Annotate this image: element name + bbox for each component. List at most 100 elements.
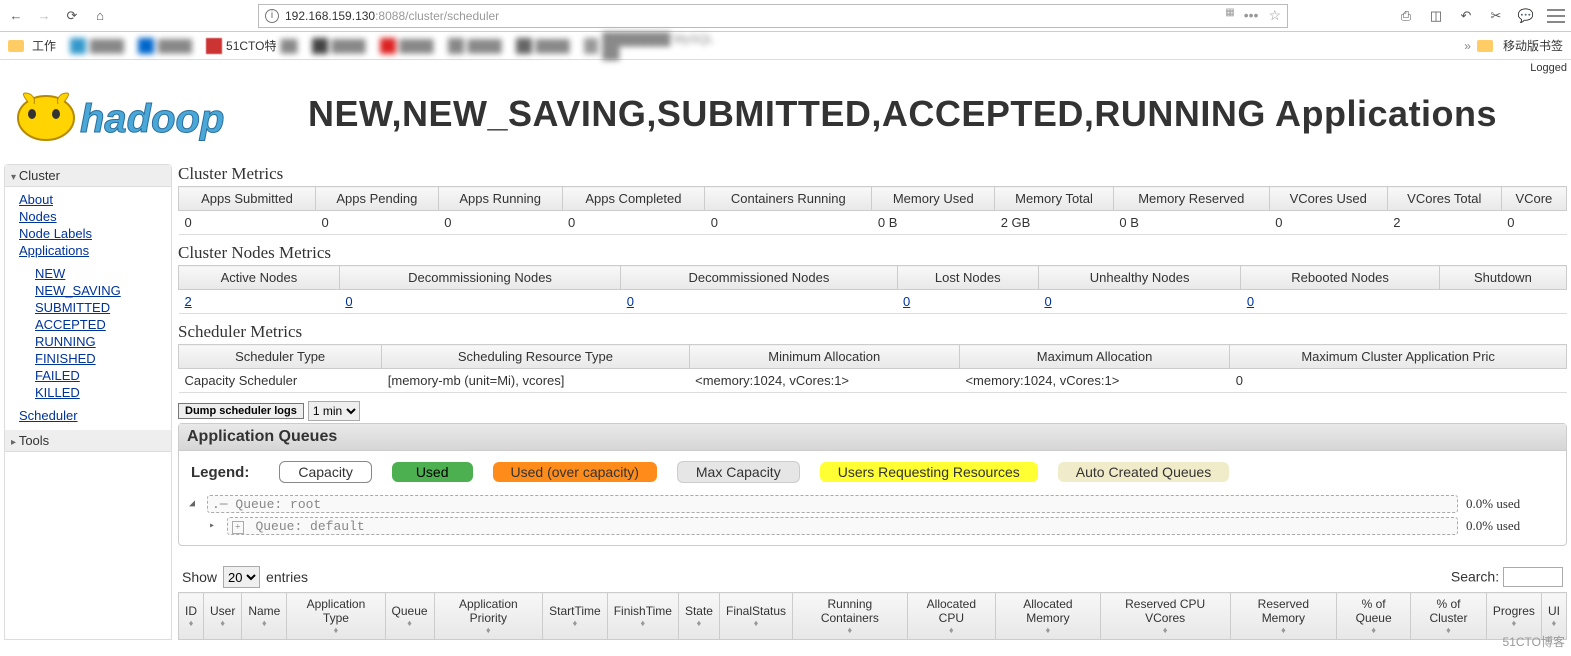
sidebar-link-state-running[interactable]: RUNNING xyxy=(35,334,96,349)
table-header[interactable]: Lost Nodes xyxy=(897,266,1038,290)
reload-icon[interactable]: ⟳ xyxy=(62,6,82,26)
table-header[interactable]: VCores Total xyxy=(1387,187,1501,211)
table-header[interactable]: Containers Running xyxy=(705,187,872,211)
table-link[interactable]: 0 xyxy=(903,294,910,309)
table-header[interactable]: Reserved CPU VCores♦ xyxy=(1100,593,1230,640)
table-header[interactable]: Application Priority♦ xyxy=(434,593,543,640)
table-header[interactable]: ID♦ xyxy=(179,593,204,640)
mobile-bookmarks[interactable]: 移动版书签 xyxy=(1503,37,1563,54)
bookmark-item[interactable]: ████████ MySQL ██ xyxy=(584,32,724,60)
nav-forward-icon[interactable]: → xyxy=(34,6,54,26)
table-header[interactable]: VCores Used xyxy=(1269,187,1387,211)
undo-icon[interactable]: ↶ xyxy=(1457,7,1475,25)
sidebar-link-about[interactable]: About xyxy=(19,192,53,207)
table-link[interactable]: 0 xyxy=(1247,294,1254,309)
table-header[interactable]: Apps Submitted xyxy=(179,187,316,211)
table-header[interactable]: Scheduling Resource Type xyxy=(382,345,689,369)
table-header[interactable]: StartTime♦ xyxy=(543,593,608,640)
sidebar-link-state-submitted[interactable]: SUBMITTED xyxy=(35,300,110,315)
bookmark-item[interactable]: 工作 xyxy=(8,37,56,54)
nav-back-icon[interactable]: ← xyxy=(6,6,26,26)
bookmark-item[interactable]: ████ xyxy=(380,38,434,54)
sidebar-link-applications[interactable]: Applications xyxy=(19,243,89,258)
table-header[interactable]: Maximum Cluster Application Pric xyxy=(1230,345,1567,369)
bookmark-item[interactable]: ████ xyxy=(516,38,570,54)
sidebar-link-state-failed[interactable]: FAILED xyxy=(35,368,80,383)
dump-scheduler-logs-button[interactable]: Dump scheduler logs xyxy=(178,403,304,419)
sidebar-icon[interactable]: ◫ xyxy=(1427,7,1445,25)
table-header[interactable]: FinalStatus♦ xyxy=(719,593,792,640)
table-header[interactable]: % of Cluster♦ xyxy=(1411,593,1487,640)
table-header[interactable]: Shutdown xyxy=(1439,266,1566,290)
table-header[interactable]: Unhealthy Nodes xyxy=(1038,266,1240,290)
sidebar-link-state-accepted[interactable]: ACCEPTED xyxy=(35,317,106,332)
expand-icon[interactable]: ▸ xyxy=(209,520,223,532)
sidebar-link-state-finished[interactable]: FINISHED xyxy=(35,351,96,366)
table-header[interactable]: Apps Pending xyxy=(315,187,438,211)
site-info-icon[interactable]: i xyxy=(265,9,279,23)
table-header[interactable]: Apps Running xyxy=(438,187,562,211)
browser-right-icons: ⎙ ◫ ↶ ✂ 💬 xyxy=(1397,7,1565,25)
table-link[interactable]: 0 xyxy=(1044,294,1051,309)
table-header[interactable]: Running Containers♦ xyxy=(793,593,908,640)
table-header[interactable]: Application Type♦ xyxy=(287,593,385,640)
table-header[interactable]: Minimum Allocation xyxy=(689,345,959,369)
queue-row-root[interactable]: ◢ .─ Queue: root 0.0% used xyxy=(189,495,1556,513)
table-header[interactable]: Memory Reserved xyxy=(1113,187,1269,211)
page-size-select[interactable]: 20 xyxy=(223,566,260,588)
table-header[interactable]: VCore xyxy=(1501,187,1566,211)
more-icon[interactable]: ••• xyxy=(1244,7,1259,24)
table-header[interactable]: Queue♦ xyxy=(385,593,434,640)
table-cell: 0 xyxy=(1501,211,1566,235)
sidebar-section-tools[interactable]: Tools xyxy=(5,430,171,452)
table-header[interactable]: Active Nodes xyxy=(179,266,340,290)
cluster-metrics-title: Cluster Metrics xyxy=(178,164,1567,184)
bookmark-item[interactable]: ████ xyxy=(70,38,124,54)
sidebar-link-state-new-saving[interactable]: NEW_SAVING xyxy=(35,283,121,298)
table-header[interactable]: Allocated CPU♦ xyxy=(907,593,995,640)
sidebar-section-cluster[interactable]: Cluster xyxy=(5,165,171,187)
table-header[interactable]: Decommissioning Nodes xyxy=(339,266,620,290)
table-header[interactable]: FinishTime♦ xyxy=(607,593,678,640)
table-header[interactable]: Allocated Memory♦ xyxy=(996,593,1101,640)
bookmarks-overflow-icon[interactable]: » xyxy=(1464,39,1471,53)
sidebar-link-state-new[interactable]: NEW xyxy=(35,266,65,281)
plus-icon[interactable]: + xyxy=(232,521,244,534)
menu-icon[interactable] xyxy=(1547,9,1565,23)
collapse-icon[interactable]: ◢ xyxy=(189,498,203,510)
sidebar-link-scheduler[interactable]: Scheduler xyxy=(19,408,78,423)
bookmark-item[interactable]: ████ xyxy=(448,38,502,54)
screenshot-icon[interactable]: ✂ xyxy=(1487,7,1505,25)
dump-duration-select[interactable]: 1 min xyxy=(308,401,360,421)
table-link[interactable]: 2 xyxy=(185,294,192,309)
bookmark-item[interactable]: 51CTO特██ xyxy=(206,37,297,54)
library-icon[interactable]: ⎙ xyxy=(1397,7,1415,25)
table-header[interactable]: User♦ xyxy=(204,593,242,640)
table-header[interactable]: Decommissioned Nodes xyxy=(621,266,897,290)
table-header[interactable]: Reserved Memory♦ xyxy=(1230,593,1337,640)
url-host: 192.168.159.130 xyxy=(285,9,375,23)
table-header[interactable]: Rebooted Nodes xyxy=(1241,266,1440,290)
table-header[interactable]: Memory Used xyxy=(872,187,995,211)
table-header[interactable]: % of Queue♦ xyxy=(1337,593,1411,640)
table-link[interactable]: 0 xyxy=(345,294,352,309)
table-header[interactable]: Maximum Allocation xyxy=(959,345,1229,369)
url-bar[interactable]: i 192.168.159.130:8088/cluster/scheduler… xyxy=(258,4,1288,28)
table-header[interactable]: Apps Completed xyxy=(562,187,705,211)
queue-row-default[interactable]: ▸ + Queue: default 0.0% used xyxy=(209,517,1556,535)
sidebar-link-state-killed[interactable]: KILLED xyxy=(35,385,80,400)
table-header[interactable]: Scheduler Type xyxy=(179,345,382,369)
bookmark-item[interactable]: ████ xyxy=(312,38,366,54)
search-input[interactable] xyxy=(1503,567,1563,587)
chat-icon[interactable]: 💬 xyxy=(1517,7,1535,25)
sidebar-link-node-labels[interactable]: Node Labels xyxy=(19,226,92,241)
reader-icon[interactable]: ▦ xyxy=(1225,7,1233,24)
table-link[interactable]: 0 xyxy=(627,294,634,309)
sidebar-link-nodes[interactable]: Nodes xyxy=(19,209,57,224)
home-icon[interactable]: ⌂ xyxy=(90,6,110,26)
table-header[interactable]: Name♦ xyxy=(242,593,287,640)
bookmark-item[interactable]: ████ xyxy=(138,38,192,54)
bookmark-star-icon[interactable]: ☆ xyxy=(1268,7,1281,24)
table-header[interactable]: Memory Total xyxy=(995,187,1114,211)
table-header[interactable]: State♦ xyxy=(678,593,719,640)
